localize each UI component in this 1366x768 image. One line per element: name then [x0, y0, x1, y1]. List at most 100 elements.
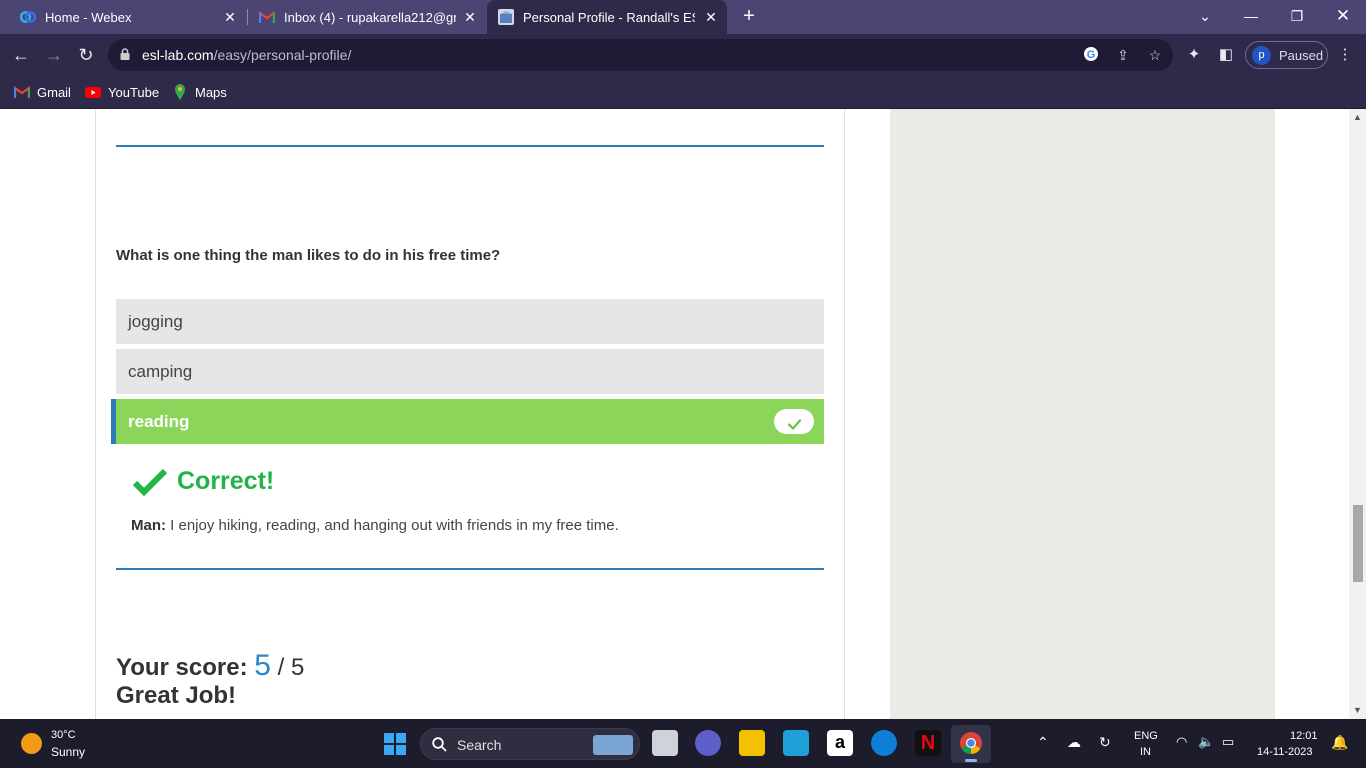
netflix-icon[interactable]: N: [915, 730, 941, 756]
checkmark-icon: [787, 419, 802, 430]
gmail-icon: [259, 9, 275, 25]
tab-personal-profile[interactable]: Personal Profile - Randall's ESL C ✕: [487, 0, 727, 34]
menu-kebab-icon[interactable]: ⋮: [1335, 45, 1355, 65]
checkmark-icon: [133, 468, 167, 496]
check-badge: [774, 409, 814, 434]
language-indicator[interactable]: ENG: [1134, 730, 1158, 742]
answer-option-jogging[interactable]: jogging: [116, 299, 824, 344]
wifi-icon[interactable]: ◠: [1176, 734, 1187, 750]
windows-start-icon[interactable]: [384, 733, 406, 755]
restore-button[interactable]: ❐: [1274, 0, 1320, 34]
region-indicator[interactable]: IN: [1140, 746, 1151, 758]
webex-icon: [20, 9, 36, 25]
transcript-line: I enjoy hiking, reading, and hanging out…: [166, 517, 619, 534]
tab-strip: Home - Webex ✕ Inbox (4) - rupakarella21…: [0, 0, 1366, 34]
score-label: Your score:: [116, 654, 248, 681]
bookmarks-bar: Gmail YouTube Maps: [0, 76, 1366, 109]
section-divider: [116, 145, 824, 147]
bookmark-gmail[interactable]: Gmail: [14, 82, 71, 102]
bookmark-maps[interactable]: Maps: [172, 82, 227, 102]
svg-text:G: G: [1087, 49, 1096, 61]
notification-bell-icon[interactable]: 🔔: [1331, 734, 1348, 751]
weather-temperature: 30°C: [51, 729, 76, 741]
scrollbar[interactable]: ▲ ▼: [1349, 109, 1366, 719]
forward-button[interactable]: →: [42, 43, 66, 67]
taskbar-search[interactable]: Search: [420, 728, 640, 760]
sync-icon[interactable]: ↻: [1099, 734, 1111, 751]
speaker-label: Man:: [131, 517, 166, 534]
feedback-text: Man: I enjoy hiking, reading, and hangin…: [131, 517, 619, 534]
profile-button[interactable]: p Paused: [1245, 41, 1328, 69]
back-button[interactable]: ←: [9, 43, 33, 67]
active-app-indicator: [965, 759, 977, 762]
tray-overflow-chevron-icon[interactable]: ⌃: [1037, 734, 1049, 751]
page-content: What is one thing the man likes to do in…: [0, 109, 1366, 719]
search-icon: [432, 737, 447, 752]
option-label: jogging: [128, 312, 183, 331]
google-icon[interactable]: G: [1082, 46, 1100, 64]
close-tab-icon[interactable]: ✕: [222, 9, 238, 25]
url-host: esl-lab.com: [142, 47, 214, 63]
task-view-icon[interactable]: [652, 730, 678, 756]
bookmark-label: Gmail: [37, 84, 71, 100]
question-text: What is one thing the man likes to do in…: [116, 247, 501, 264]
result-label: Correct!: [177, 467, 275, 495]
tab-gmail[interactable]: Inbox (4) - rupakarella212@gma ✕: [248, 0, 486, 34]
tab-title: Home - Webex: [45, 9, 132, 25]
windows-taskbar: 30°C Sunny Search a N ⌃ ☁ ↻ ENG IN ◠ 🔈 ▭…: [0, 719, 1366, 768]
extensions-icon[interactable]: ✦: [1184, 45, 1204, 65]
volume-icon[interactable]: 🔈: [1198, 734, 1214, 750]
bookmark-label: YouTube: [108, 84, 160, 100]
chrome-icon: [960, 732, 982, 754]
bookmark-star-icon[interactable]: ☆: [1146, 46, 1164, 64]
new-tab-button[interactable]: +: [737, 4, 761, 28]
option-label: reading: [128, 412, 190, 431]
esl-lab-icon: [498, 9, 514, 25]
amazon-icon[interactable]: a: [827, 730, 853, 756]
side-panel-icon[interactable]: ◧: [1216, 45, 1236, 65]
address-bar[interactable]: esl-lab.com/easy/personal-profile/ G ⇪ ☆: [108, 39, 1173, 71]
youtube-icon: [85, 87, 101, 98]
store-icon[interactable]: [783, 730, 809, 756]
scroll-down-icon[interactable]: ▼: [1353, 706, 1362, 715]
search-highlight-image: [593, 735, 633, 755]
scrollbar-thumb[interactable]: [1353, 505, 1363, 582]
option-label: camping: [128, 362, 193, 381]
answer-option-reading[interactable]: reading: [111, 399, 824, 444]
scroll-up-icon[interactable]: ▲: [1353, 113, 1362, 122]
close-tab-icon[interactable]: ✕: [703, 9, 719, 25]
bookmark-youtube[interactable]: YouTube: [85, 82, 159, 102]
tab-search-chevron-icon[interactable]: ⌄: [1182, 0, 1228, 34]
browser-toolbar: ← → ↻ esl-lab.com/easy/personal-profile/…: [0, 34, 1366, 76]
score-value: 5: [254, 649, 271, 682]
weather-condition: Sunny: [51, 745, 86, 759]
tab-title: Personal Profile - Randall's ESL C: [523, 9, 695, 25]
answer-option-camping[interactable]: camping: [116, 349, 824, 394]
maps-icon: [175, 84, 185, 100]
tab-title: Inbox (4) - rupakarella212@gma: [284, 9, 456, 25]
result-banner: Correct!: [133, 467, 274, 496]
search-label: Search: [457, 737, 502, 753]
minimize-button[interactable]: —: [1228, 0, 1274, 34]
profile-status: Paused: [1279, 48, 1324, 63]
teams-chat-icon[interactable]: [695, 730, 721, 756]
file-explorer-icon[interactable]: [739, 730, 765, 756]
tab-webex[interactable]: Home - Webex ✕: [0, 0, 246, 34]
sun-icon[interactable]: [21, 733, 42, 754]
clock-time[interactable]: 12:01: [1290, 730, 1318, 742]
lock-icon: [120, 48, 130, 60]
close-window-button[interactable]: ✕: [1320, 0, 1366, 34]
ad-sidebar: [890, 109, 1275, 719]
share-icon[interactable]: ⇪: [1114, 46, 1132, 64]
close-tab-icon[interactable]: ✕: [462, 9, 478, 25]
gmail-icon: [14, 85, 30, 98]
onedrive-cloud-icon[interactable]: ☁: [1067, 734, 1081, 751]
content-border-right: [844, 109, 845, 719]
url-path: /easy/personal-profile/: [213, 47, 352, 63]
battery-icon[interactable]: ▭: [1222, 734, 1234, 750]
edge-icon[interactable]: [871, 730, 897, 756]
reload-button[interactable]: ↻: [74, 43, 98, 67]
clock-date[interactable]: 14-11-2023: [1257, 746, 1312, 758]
chrome-taskbar-button[interactable]: [951, 725, 991, 763]
score-line: Your score: 5 / 5: [116, 649, 304, 683]
